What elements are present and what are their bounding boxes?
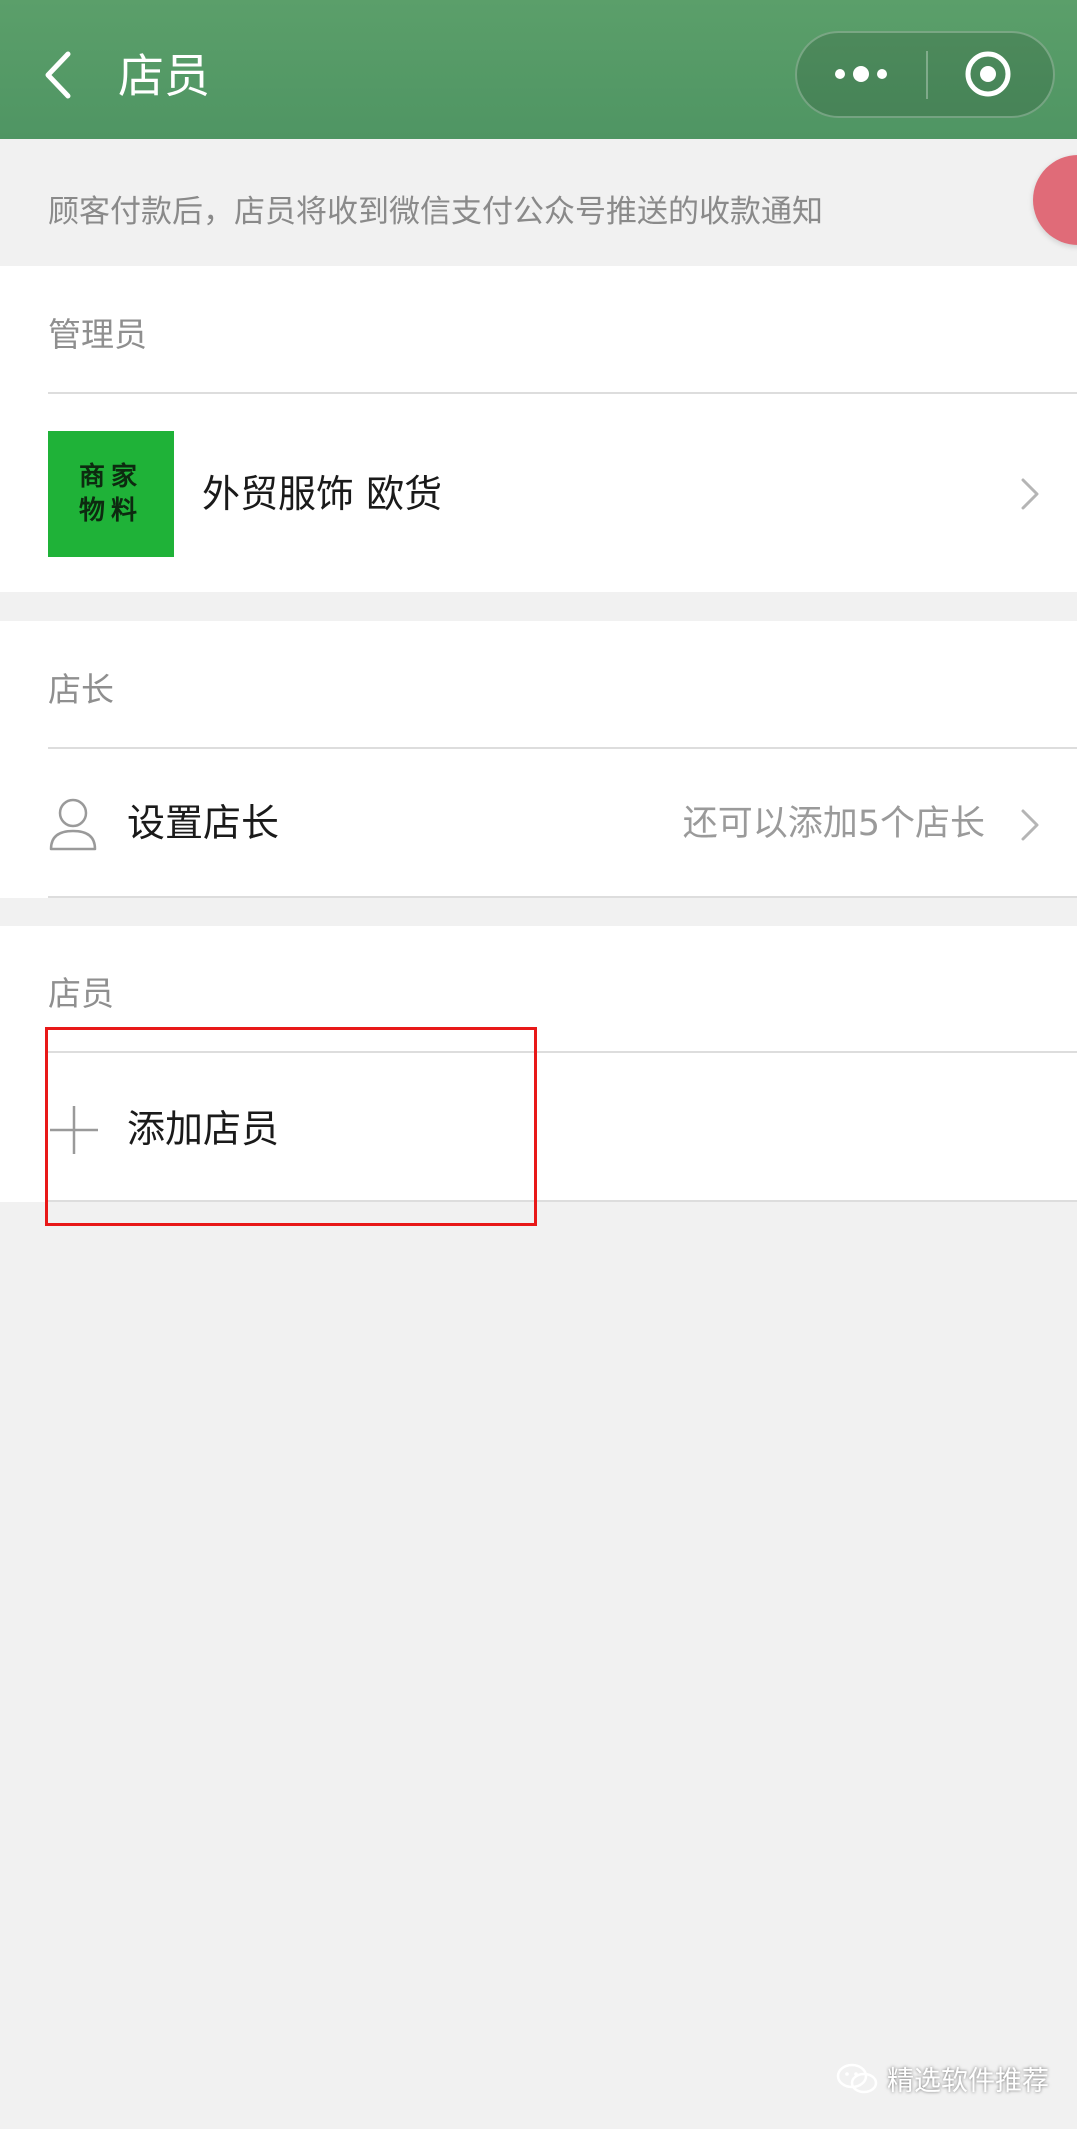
divider	[48, 392, 1077, 394]
manager-section: 店长 设置店长 还可以添加5个店长	[0, 621, 1077, 898]
watermark: 精选软件推荐	[835, 2059, 1049, 2098]
chevron-left-icon	[45, 51, 71, 99]
payment-notice-text: 顾客付款后，店员将收到微信支付公众号推送的收款通知	[48, 194, 823, 230]
floating-bubble[interactable]	[1033, 155, 1077, 245]
staff-section-label: 店员	[48, 974, 114, 1013]
close-mini-program-button[interactable]	[928, 33, 1055, 116]
page-title: 店员	[118, 49, 210, 103]
admin-name: 外贸服饰 欧货	[202, 472, 443, 516]
highlight-annotation-box	[45, 1027, 537, 1226]
mini-program-capsule	[795, 31, 1055, 118]
chevron-right-icon	[1018, 807, 1042, 843]
admin-section: 管理员 商家 物料 外贸服饰 欧货	[0, 266, 1077, 592]
target-circle-icon	[965, 51, 1011, 97]
more-button[interactable]	[797, 33, 927, 116]
divider	[48, 896, 1077, 898]
chevron-right-icon	[1018, 476, 1042, 512]
avatar-text-line2: 物料	[78, 496, 143, 526]
avatar-text-line1: 商家	[78, 462, 143, 492]
divider	[48, 747, 1077, 749]
back-button[interactable]	[30, 40, 90, 110]
manager-remaining-hint: 还可以添加5个店长	[682, 804, 985, 844]
wechat-icon	[835, 2061, 879, 2097]
person-icon	[48, 796, 98, 852]
admin-section-label: 管理员	[48, 315, 147, 354]
admin-avatar: 商家 物料	[48, 431, 174, 557]
nav-bar: 店员	[0, 0, 1077, 139]
watermark-text: 精选软件推荐	[887, 2066, 1049, 2097]
set-manager-label: 设置店长	[127, 801, 280, 845]
manager-section-label: 店长	[48, 670, 114, 709]
more-dots-icon	[835, 66, 887, 82]
